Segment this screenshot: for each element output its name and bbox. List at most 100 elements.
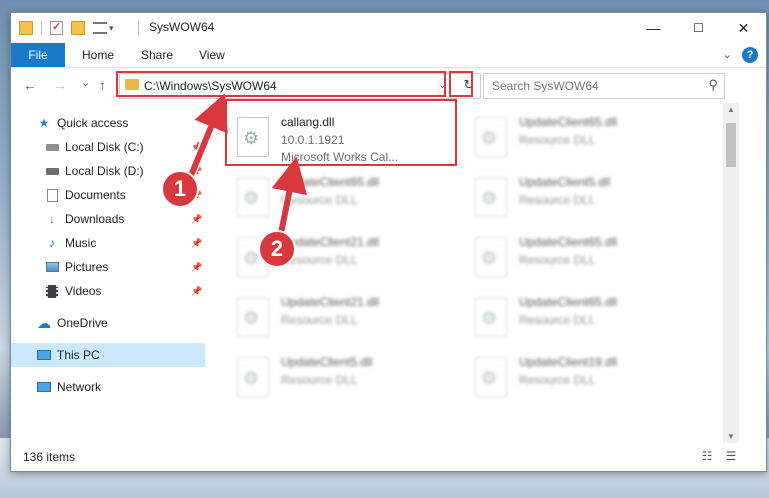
sidebar-item-this-pc[interactable]: This PC (11, 343, 205, 367)
navigation-pane: ★ Quick access Local Disk (C:) 📌 Local D… (11, 103, 205, 443)
scroll-up-icon[interactable]: ▲ (727, 105, 735, 114)
pin-icon[interactable]: 📌 (191, 142, 202, 153)
gear-icon: ⚙ (481, 128, 498, 148)
computer-icon (37, 348, 51, 362)
file-type: Resource DLL (281, 373, 358, 387)
file-name: UpdateClient5.dll (519, 175, 611, 189)
tab-view[interactable]: View (199, 48, 225, 62)
sidebar-item-label: Videos (65, 284, 102, 298)
cloud-icon: ☁ (37, 314, 51, 331)
tiles-view-icon[interactable]: ☰ (723, 449, 739, 463)
sidebar-item-label: Local Disk (C:) (65, 140, 144, 154)
address-highlight (116, 71, 446, 97)
file-type: Resource DLL (519, 313, 596, 327)
pin-icon[interactable]: 📌 (191, 238, 202, 249)
sidebar-item-pictures[interactable]: Pictures 📌 (11, 255, 205, 279)
quick-access-toolbar: ✓ ▾ (19, 19, 114, 37)
navigation-bar: ← → ⌄ ↑ C:\Windows\SysWOW64 ⌄ ↻ Search S… (11, 68, 766, 102)
folder-icon (19, 21, 33, 35)
help-icon[interactable]: ? (742, 47, 758, 63)
scroll-down-icon[interactable]: ▼ (727, 432, 735, 441)
title-bar: ✓ ▾ SysWOW64 — ☐ ✕ (11, 13, 766, 43)
sidebar-item-local-disk-c[interactable]: Local Disk (C:) 📌 (11, 135, 205, 159)
file-tile[interactable]: ⚙ UpdateClient65.dll Resource DLL (471, 293, 701, 349)
star-icon: ★ (38, 116, 50, 130)
download-icon: ↓ (49, 212, 55, 226)
dropdown-arrow-icon[interactable]: ▾ (109, 23, 114, 34)
customize-icon[interactable] (93, 22, 107, 34)
gear-icon: ⚙ (243, 188, 260, 208)
up-button[interactable]: ↑ (99, 77, 106, 93)
vertical-scrollbar[interactable]: ▲ ▼ (723, 103, 739, 443)
pin-icon[interactable]: 📌 (191, 262, 202, 273)
separator (41, 21, 42, 35)
file-type: Resource DLL (519, 253, 596, 267)
sidebar-item-label: OneDrive (57, 316, 108, 330)
dll-file-icon: ⚙ (237, 357, 269, 397)
drive-icon (45, 164, 59, 178)
videos-icon (45, 284, 59, 298)
sidebar-item-videos[interactable]: Videos 📌 (11, 279, 205, 303)
dll-file-icon: ⚙ (475, 357, 507, 397)
sidebar-item-label: Network (57, 380, 102, 394)
dll-file-icon: ⚙ (475, 237, 507, 277)
search-placeholder[interactable]: Search SysWOW64 (492, 79, 599, 93)
sidebar-item-label: Downloads (65, 212, 125, 226)
sidebar-item-label: Quick access (57, 116, 129, 130)
status-bar: 136 items ☷ ☰ (11, 445, 766, 469)
gear-icon: ⚙ (243, 368, 260, 388)
sidebar-item-quick-access[interactable]: ★ Quick access (11, 111, 205, 135)
window-title: SysWOW64 (149, 20, 215, 34)
item-count: 136 items (23, 450, 76, 464)
file-tile[interactable]: ⚙ UpdateClient65.dll Resource DLL (233, 173, 463, 229)
file-highlight (225, 99, 457, 166)
step-2-badge: 2 (258, 230, 296, 268)
gear-icon: ⚙ (481, 368, 498, 388)
sidebar-item-onedrive[interactable]: ☁ OneDrive (11, 311, 205, 335)
expand-ribbon-icon[interactable]: ⌄ (723, 48, 732, 61)
minimize-button[interactable]: — (631, 13, 676, 43)
recent-locations-button[interactable]: ⌄ (81, 76, 90, 89)
file-type: Resource DLL (281, 313, 358, 327)
file-tile[interactable]: ⚙ UpdateClient5.dll Resource DLL (233, 353, 463, 409)
search-icon[interactable]: ⚲ (708, 77, 718, 93)
file-tile[interactable]: ⚙ UpdateClient19.dll Resource DLL (471, 353, 701, 409)
gear-icon: ⚙ (243, 308, 260, 328)
gear-icon: ⚙ (481, 188, 498, 208)
maximize-button[interactable]: ☐ (676, 13, 721, 43)
sidebar-item-label: Documents (65, 188, 126, 202)
details-view-icon[interactable]: ☷ (699, 449, 715, 463)
file-tile[interactable]: ⚙ UpdateClient65.dll Resource DLL (471, 233, 701, 289)
file-type: Resource DLL (519, 133, 596, 147)
search-box[interactable]: Search SysWOW64 ⚲ (483, 73, 725, 99)
file-tile[interactable]: ⚙ UpdateClient65.dll Resource DLL (471, 113, 701, 169)
file-tile[interactable]: ⚙ UpdateClient21.dll Resource DLL (233, 293, 463, 349)
pin-icon[interactable]: 📌 (191, 286, 202, 297)
sidebar-item-downloads[interactable]: ↓ Downloads 📌 (11, 207, 205, 231)
drive-icon (45, 140, 59, 154)
file-name: UpdateClient21.dll (281, 295, 380, 309)
step-1-badge: 1 (161, 170, 199, 208)
properties-icon[interactable]: ✓ (50, 21, 63, 35)
sidebar-item-music[interactable]: ♪ Music 📌 (11, 231, 205, 255)
file-name: UpdateClient65.dll (519, 235, 618, 249)
gear-icon: ⚙ (481, 308, 498, 328)
back-button[interactable]: ← (23, 77, 37, 93)
network-icon (37, 380, 51, 394)
pin-icon[interactable]: 📌 (191, 214, 202, 225)
dll-file-icon: ⚙ (475, 177, 507, 217)
forward-button[interactable]: → (53, 77, 67, 93)
tab-home[interactable]: Home (82, 48, 114, 62)
close-button[interactable]: ✕ (721, 13, 766, 43)
tab-share[interactable]: Share (141, 48, 173, 62)
file-type: Resource DLL (519, 193, 596, 207)
file-name: UpdateClient19.dll (519, 355, 618, 369)
scrollbar-thumb[interactable] (726, 123, 736, 167)
tab-file[interactable]: File (11, 43, 65, 67)
sidebar-item-network[interactable]: Network (11, 375, 205, 399)
refresh-highlight (449, 71, 473, 97)
dll-file-icon: ⚙ (475, 117, 507, 157)
sidebar-item-label: Music (65, 236, 97, 250)
new-folder-icon[interactable] (71, 21, 85, 35)
file-tile[interactable]: ⚙ UpdateClient5.dll Resource DLL (471, 173, 701, 229)
